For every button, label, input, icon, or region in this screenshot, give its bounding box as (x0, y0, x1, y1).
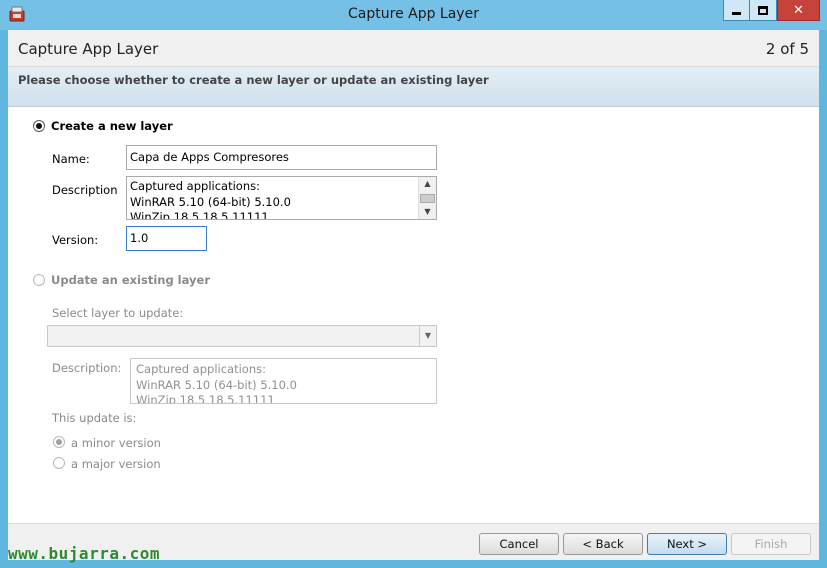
version-label: Version: (52, 233, 99, 247)
update-type-label: This update is: (52, 411, 137, 425)
major-version-label[interactable]: a major version (71, 457, 161, 471)
cancel-button[interactable]: Cancel (479, 533, 559, 555)
close-icon: ✕ (793, 2, 804, 18)
chevron-down-icon[interactable]: ▼ (419, 326, 436, 346)
name-label: Name: (52, 152, 90, 166)
version-input[interactable]: 1.0 (126, 226, 207, 251)
update-existing-layer-label[interactable]: Update an existing layer (51, 273, 210, 287)
watermark: www.bujarra.com (8, 544, 160, 563)
existing-description-label: Description: (52, 361, 122, 375)
description-scrollbar[interactable]: ▲ ▼ (418, 177, 436, 219)
create-new-layer-radio[interactable] (33, 120, 45, 132)
scroll-up-icon[interactable]: ▲ (419, 177, 436, 191)
existing-description-textarea: Captured applications: WinRAR 5.10 (64-b… (130, 358, 437, 404)
scroll-thumb[interactable] (420, 194, 435, 203)
minimize-button[interactable] (723, 0, 750, 21)
title-bar: Capture App Layer ✕ (0, 0, 827, 30)
description-label: Description (52, 183, 118, 197)
maximize-button[interactable] (750, 0, 777, 21)
update-existing-layer-radio[interactable] (33, 274, 45, 286)
name-input[interactable]: Capa de Apps Compresores (126, 145, 437, 170)
page-title: Capture App Layer (18, 40, 159, 58)
minimize-icon (732, 11, 741, 15)
select-layer-label: Select layer to update: (52, 306, 184, 320)
close-button[interactable]: ✕ (777, 0, 820, 21)
description-textarea[interactable]: Captured applications: WinRAR 5.10 (64-b… (126, 176, 437, 220)
wizard-header: Capture App Layer 2 of 5 (8, 30, 819, 67)
existing-description-text: Captured applications: WinRAR 5.10 (64-b… (136, 362, 297, 404)
next-button[interactable]: Next > (647, 533, 727, 555)
back-button[interactable]: < Back (563, 533, 643, 555)
minor-version-radio[interactable] (53, 436, 65, 448)
finish-button[interactable]: Finish (731, 533, 811, 555)
instruction-bar: Please choose whether to create a new la… (8, 67, 819, 107)
step-indicator: 2 of 5 (765, 40, 809, 58)
minor-version-label[interactable]: a minor version (71, 436, 161, 450)
create-new-layer-label[interactable]: Create a new layer (51, 119, 173, 133)
description-text: Captured applications: WinRAR 5.10 (64-b… (130, 179, 291, 220)
scroll-down-icon[interactable]: ▼ (419, 205, 436, 219)
wizard-dialog: Capture App Layer 2 of 5 Please choose w… (8, 30, 819, 560)
major-version-radio[interactable] (53, 457, 65, 469)
select-layer-dropdown[interactable]: ▼ (47, 325, 437, 347)
window-title: Capture App Layer (348, 6, 479, 22)
maximize-icon (758, 5, 768, 15)
instruction-text: Please choose whether to create a new la… (18, 73, 489, 87)
